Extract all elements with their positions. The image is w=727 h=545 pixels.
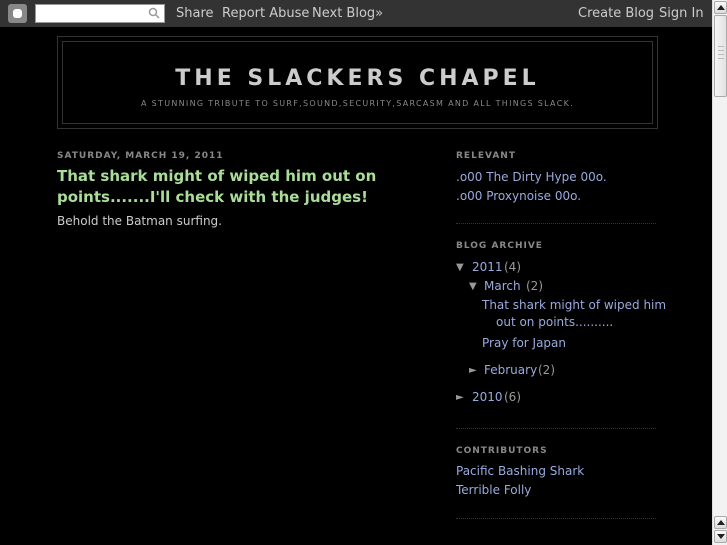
report-abuse-link[interactable]: Report Abuse <box>222 6 309 21</box>
contributor-link[interactable]: Pacific Bashing Shark <box>456 464 584 478</box>
archive-post-link[interactable]: That shark might of wiped him <box>482 298 666 312</box>
search-icon[interactable] <box>148 7 160 19</box>
collapse-toggle-icon[interactable]: ► <box>469 365 477 376</box>
archive-post-link[interactable]: Pray for Japan <box>482 336 566 350</box>
relevant-link[interactable]: .o00 The Dirty Hype 00o. <box>456 170 607 184</box>
sign-in-link[interactable]: Sign In <box>659 6 704 21</box>
archive-count: (6) <box>504 390 521 404</box>
expand-toggle-icon[interactable]: ▼ <box>456 262 464 273</box>
collapse-toggle-icon[interactable]: ► <box>456 392 464 403</box>
relevant-widget-title: RELEVANT <box>456 151 516 161</box>
archive-count: (2) <box>526 279 543 293</box>
vertical-scrollbar[interactable] <box>712 0 727 545</box>
grip-icon <box>718 46 724 60</box>
arrow-up-icon <box>717 5 725 10</box>
next-blog-link[interactable]: Next Blog» <box>312 6 383 21</box>
archive-count: (4) <box>504 260 521 274</box>
blog-description: A STUNNING TRIBUTE TO SURF,SOUND,SECURIT… <box>141 99 574 108</box>
widget-divider <box>456 518 656 519</box>
post-date: SATURDAY, MARCH 19, 2011 <box>57 151 224 161</box>
archive-month-march[interactable]: March <box>484 279 521 293</box>
scrollbar-thumb[interactable] <box>714 15 727 97</box>
widget-divider <box>456 428 656 429</box>
blog-header: THE SLACKERS CHAPEL A STUNNING TRIBUTE T… <box>57 36 658 129</box>
blogger-navbar: Share Report Abuse Next Blog» Create Blo… <box>0 0 712 27</box>
arrow-up-icon <box>717 520 725 525</box>
archive-month-february[interactable]: February <box>484 363 537 377</box>
archive-widget-title: BLOG ARCHIVE <box>456 241 543 251</box>
post-body: Behold the Batman surfing. <box>57 214 222 228</box>
widget-divider <box>456 223 656 224</box>
share-link[interactable]: Share <box>176 6 214 21</box>
contributors-widget-title: CONTRIBUTORS <box>456 446 548 456</box>
arrow-down-icon <box>717 534 725 539</box>
scroll-up-button-bottom[interactable] <box>714 516 727 529</box>
post-title-link[interactable]: That shark might of wiped him out on poi… <box>57 166 397 208</box>
contributor-link[interactable]: Terrible Folly <box>456 483 531 497</box>
archive-year-2011[interactable]: 2011 <box>472 260 503 274</box>
archive-year-2010[interactable]: 2010 <box>472 390 503 404</box>
scroll-up-button[interactable] <box>714 1 727 14</box>
blog-title[interactable]: THE SLACKERS CHAPEL <box>63 66 652 91</box>
header-inner-frame: THE SLACKERS CHAPEL A STUNNING TRIBUTE T… <box>62 41 653 124</box>
relevant-link[interactable]: .o00 Proxynoise 00o. <box>456 189 581 203</box>
scroll-down-button[interactable] <box>714 530 727 543</box>
blogger-logo-icon[interactable] <box>8 4 27 23</box>
archive-count: (2) <box>538 363 555 377</box>
search-input[interactable] <box>35 4 165 23</box>
create-blog-link[interactable]: Create Blog <box>578 6 654 21</box>
archive-post-link-cont[interactable]: out on points.......... <box>496 315 613 329</box>
expand-toggle-icon[interactable]: ▼ <box>469 281 477 292</box>
